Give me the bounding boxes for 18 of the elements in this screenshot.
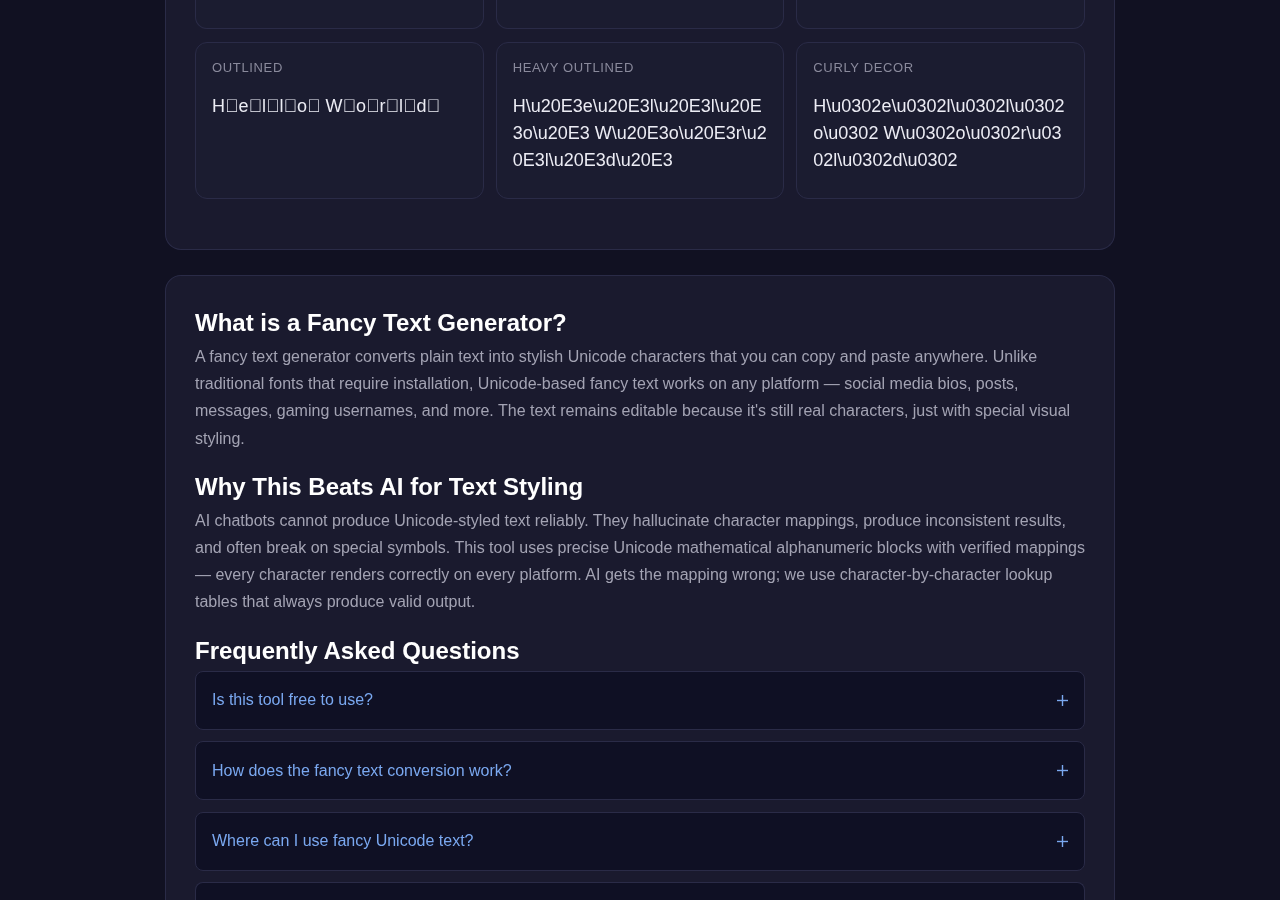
style-card[interactable]: OUTLINED H⃝e⃝l⃝l⃝o⃝ W⃝o⃝r⃝l⃝d⃝ — [195, 42, 484, 199]
sample-text: H\u0302e\u0302l\u0302l\u0302o\u0302 W\u0302o\u0302r\u0302l\u0302d\u0302 — [813, 95, 1066, 172]
section-paragraph: AI chatbots cannot produce Unicode-styled text reliably. They hallucinate character mappings, produce inconsistent results, and often break on special symbols. This tool uses precise Unicode mathematical alphanumeric blocks with verified mappings — every character renders correctly on every platform. AI gets the mapping wrong; we use character-by-character lookup tables that always produce valid output. — [195, 510, 1085, 613]
section-heading: Why This Beats AI for Text Styling — [195, 471, 585, 502]
style-card[interactable]: HEAVY OUTLINED H\u20E3e\u20E3l\u20E3l\u20E3o\u20E3 W\u20E3o\u20E3r\u20E3l\u20E3d\u20E3 — [495, 42, 785, 199]
faq-question[interactable]: How does the fancy text conversion work? — [195, 741, 1085, 801]
section-paragraph: A fancy text generator converts plain text into stylish Unicode characters that you can copy and paste anywhere. Unlike traditional fonts that require installation, Unicode-based fancy text works on any platform — social media bios, posts, messages, gaming usernames, and more. The text remains editable because it's still real characters, just with special visual styling. — [195, 347, 1072, 449]
style-label: OUTLINED — [212, 59, 284, 77]
style-label: CURLY DECOR — [813, 59, 915, 77]
section-heading: What is a Fancy Text Generator? — [195, 308, 568, 338]
sample-text: H⃝e⃝l⃝l⃝o⃝ W⃝o⃝r⃝l⃝d⃝ — [212, 95, 442, 118]
sample-text: H\u20E3e\u20E3l\u20E3l\u20E3o\u20E3 W\u20E3o\u20E3r\u20E3l\u20E3d\u20E3 — [512, 95, 768, 172]
faq-heading: Frequently Asked Questions — [195, 635, 521, 666]
faq-question[interactable] — [195, 882, 1085, 900]
style-label: HEAVY OUTLINED — [512, 59, 635, 77]
faq-question[interactable]: Is this tool free to use? — [195, 670, 1085, 730]
faq-question[interactable]: Where can I use fancy Unicode text? — [195, 811, 1085, 871]
style-card[interactable]: CURLY DECOR H\u0302e\u0302l\u0302l\u0302o\u0302 W\u0302o\u0302r\u0302l\u0302d\u0302 — [796, 42, 1085, 199]
